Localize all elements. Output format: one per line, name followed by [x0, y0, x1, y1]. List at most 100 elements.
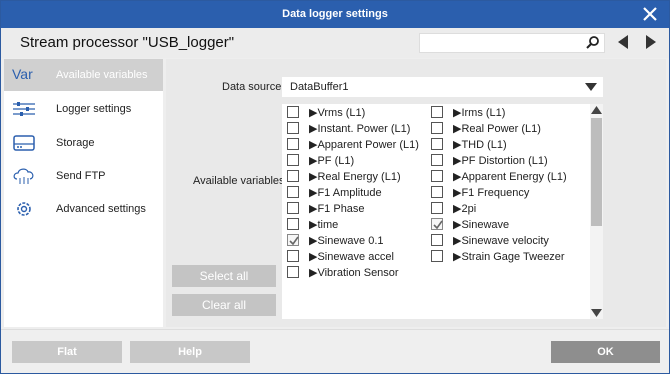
variable-label: ▶Vrms (L1): [309, 107, 366, 119]
search-icon[interactable]: [584, 35, 602, 51]
variable-item[interactable]: ▶F1 Phase: [287, 201, 427, 217]
footer: Flat Help OK: [1, 329, 669, 373]
var-icon: Var: [12, 66, 33, 82]
variable-label: ▶Instant. Power (L1): [309, 123, 411, 135]
sidebar-item-label: Storage: [56, 137, 95, 149]
variable-item[interactable]: ▶Sinewave 0.1: [287, 233, 427, 249]
variable-label: ▶Sinewave: [453, 219, 510, 231]
page-title: Stream processor "USB_logger": [20, 34, 235, 51]
checkbox[interactable]: [431, 234, 443, 246]
variable-item[interactable]: ▶Strain Gage Tweezer: [431, 249, 571, 265]
checkmark-icon: [433, 220, 443, 230]
help-button[interactable]: Help: [130, 341, 250, 363]
checkbox[interactable]: [431, 122, 443, 134]
variable-item[interactable]: ▶Real Energy (L1): [287, 169, 427, 185]
checkbox[interactable]: [431, 202, 443, 214]
clear-all-button[interactable]: Clear all: [172, 294, 276, 316]
window-title: Data logger settings: [282, 8, 388, 20]
variable-label: ▶Sinewave velocity: [453, 235, 549, 247]
variable-item[interactable]: ▶Vrms (L1): [287, 105, 427, 121]
scroll-down-icon[interactable]: [590, 307, 603, 319]
header: Stream processor "USB_logger": [1, 28, 669, 58]
variable-item[interactable]: ▶Apparent Power (L1): [287, 137, 427, 153]
variable-item[interactable]: ▶Sinewave velocity: [431, 233, 571, 249]
checkbox[interactable]: [287, 106, 299, 118]
variable-item[interactable]: ▶Sinewave accel: [287, 249, 427, 265]
scrollbar[interactable]: [590, 104, 603, 319]
checkbox[interactable]: [431, 138, 443, 150]
checkbox[interactable]: [287, 186, 299, 198]
cloud-upload-icon: [13, 168, 34, 184]
checkbox-checked[interactable]: [287, 234, 299, 246]
sidebar-item-send-ftp[interactable]: Send FTP: [4, 160, 163, 192]
flat-button[interactable]: Flat: [12, 341, 122, 363]
checkbox[interactable]: [287, 250, 299, 262]
checkbox[interactable]: [287, 266, 299, 278]
variable-item[interactable]: ▶F1 Amplitude: [287, 185, 427, 201]
variable-item[interactable]: ▶F1 Frequency: [431, 185, 571, 201]
variable-label: ▶time: [309, 219, 339, 231]
chevron-down-icon: [585, 83, 597, 91]
checkbox[interactable]: [287, 138, 299, 150]
checkbox[interactable]: [431, 186, 443, 198]
checkbox[interactable]: [431, 250, 443, 262]
select-all-button[interactable]: Select all: [172, 265, 276, 287]
data-source-value: DataBuffer1: [290, 81, 349, 93]
ok-button[interactable]: OK: [551, 341, 660, 363]
variable-label: ▶F1 Phase: [309, 203, 365, 215]
sidebar-item-available-variables[interactable]: Var Available variables: [4, 59, 163, 91]
variable-item[interactable]: ▶Vibration Sensor: [287, 265, 427, 281]
previous-arrow-icon[interactable]: [616, 34, 630, 50]
variables-list: ▶Vrms (L1) ▶Irms (L1) ▶Instant. Power (L1)…: [282, 104, 603, 319]
variable-label: ▶Irms (L1): [453, 107, 506, 119]
next-arrow-icon[interactable]: [644, 34, 658, 50]
sidebar-item-label: Logger settings: [56, 103, 132, 115]
scroll-up-icon[interactable]: [590, 104, 603, 116]
sliders-icon: [13, 102, 35, 116]
variable-label: ▶PF (L1): [309, 155, 355, 167]
checkbox[interactable]: [431, 106, 443, 118]
title-bar: Data logger settings: [1, 1, 669, 28]
available-variables-label: Available variables: [193, 175, 285, 187]
sidebar-item-label: Available variables: [56, 69, 148, 81]
sidebar-item-logger-settings[interactable]: Logger settings: [4, 93, 163, 125]
variable-item[interactable]: ▶Instant. Power (L1): [287, 121, 427, 137]
sidebar-item-storage[interactable]: Storage: [4, 127, 163, 159]
content-panel: Data source DataBuffer1 Available variab…: [166, 59, 666, 327]
variable-item[interactable]: ▶time: [287, 217, 427, 233]
variable-label: ▶F1 Frequency: [453, 187, 530, 199]
variable-item[interactable]: ▶Real Power (L1): [431, 121, 571, 137]
variable-item[interactable]: ▶Apparent Energy (L1): [431, 169, 571, 185]
variable-item[interactable]: ▶Irms (L1): [431, 105, 571, 121]
checkbox[interactable]: [287, 170, 299, 182]
variable-label: ▶Vibration Sensor: [309, 267, 399, 279]
variable-label: ▶Strain Gage Tweezer: [453, 251, 565, 263]
checkbox[interactable]: [431, 170, 443, 182]
variable-label: ▶THD (L1): [453, 139, 507, 151]
sidebar-item-label: Advanced settings: [56, 203, 146, 215]
variable-label: ▶Real Energy (L1): [309, 171, 401, 183]
variable-label: ▶Sinewave accel: [309, 251, 394, 263]
close-icon[interactable]: [641, 5, 659, 23]
sidebar-item-advanced-settings[interactable]: Advanced settings: [4, 193, 163, 225]
variable-item[interactable]: ▶PF (L1): [287, 153, 427, 169]
drive-icon: [13, 135, 35, 151]
search-input[interactable]: [420, 34, 580, 52]
variable-label: ▶Apparent Power (L1): [309, 139, 419, 151]
data-source-select[interactable]: DataBuffer1: [282, 77, 603, 97]
checkbox[interactable]: [287, 154, 299, 166]
checkbox[interactable]: [287, 218, 299, 230]
sidebar-item-label: Send FTP: [56, 170, 106, 182]
gear-icon: [17, 202, 31, 216]
checkbox[interactable]: [431, 154, 443, 166]
variable-item[interactable]: ▶THD (L1): [431, 137, 571, 153]
variable-item[interactable]: ▶Sinewave: [431, 217, 571, 233]
search-box: [419, 33, 605, 53]
checkbox-checked[interactable]: [431, 218, 443, 230]
checkbox[interactable]: [287, 202, 299, 214]
scrollbar-thumb[interactable]: [591, 118, 602, 226]
variable-label: ▶F1 Amplitude: [309, 187, 382, 199]
checkbox[interactable]: [287, 122, 299, 134]
variable-item[interactable]: ▶PF Distortion (L1): [431, 153, 571, 169]
variable-item[interactable]: ▶2pi: [431, 201, 571, 217]
